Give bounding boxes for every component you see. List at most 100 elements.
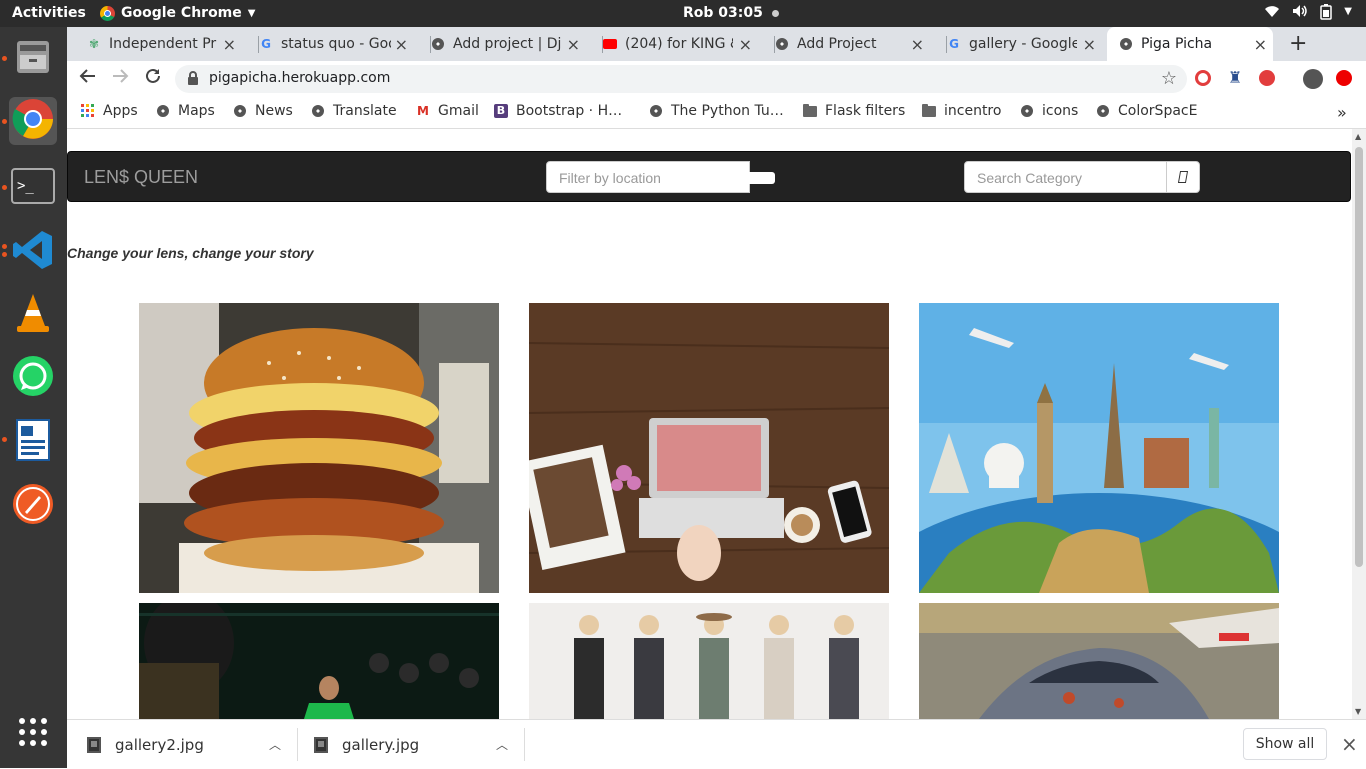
running-indicator: [2, 185, 7, 190]
scrollbar-thumb[interactable]: [1355, 147, 1363, 567]
chrome-icon: [11, 97, 55, 145]
gallery-image-fashion[interactable]: [529, 603, 889, 719]
gallery-image-race-car[interactable]: [919, 603, 1279, 719]
update-menu-icon[interactable]: [1336, 70, 1352, 86]
scroll-down-arrow-icon[interactable]: ▼: [1355, 707, 1361, 716]
globe-icon: [156, 104, 170, 118]
brand-logo[interactable]: LEN$ QUEEN: [84, 167, 198, 188]
location-filter-input[interactable]: Filter by location: [546, 161, 750, 193]
tab[interactable]: G gallery - Google ×: [946, 27, 1102, 61]
download-item[interactable]: gallery2.jpg ︿: [87, 720, 297, 769]
globe-icon: [1096, 104, 1110, 118]
gallery-image-laptop[interactable]: [529, 303, 889, 593]
show-all-downloads-button[interactable]: Show all: [1243, 728, 1327, 760]
profile-avatar[interactable]: [1303, 69, 1323, 89]
extension-opera-icon[interactable]: [1259, 70, 1275, 86]
new-tab-button[interactable]: +: [1289, 31, 1307, 56]
tab[interactable]: Add Project ×: [774, 27, 930, 61]
writer-launcher[interactable]: [9, 418, 57, 466]
notification-dot-icon: [771, 9, 779, 17]
reload-button[interactable]: [144, 67, 162, 89]
tab[interactable]: ✾ Independent Pr ×: [87, 27, 242, 61]
tab[interactable]: Add project | Dj ×: [430, 27, 586, 61]
bookmark-bootstrap[interactable]: B Bootstrap · H…: [494, 103, 622, 119]
dock: >_: [0, 27, 67, 768]
forward-button[interactable]: [111, 67, 129, 89]
bookmark-gmail[interactable]: M Gmail: [416, 103, 479, 119]
wifi-icon: [1264, 4, 1280, 24]
show-applications-button[interactable]: [9, 710, 57, 758]
url-text: pigapicha.herokuapp.com: [209, 70, 391, 86]
system-menu-chevron-icon: ▼: [1344, 6, 1352, 17]
google-icon: G: [949, 37, 959, 51]
running-indicator: [2, 244, 7, 249]
globe-icon: [311, 104, 325, 118]
files-launcher[interactable]: [9, 35, 57, 83]
folder-icon: [922, 103, 936, 118]
download-item[interactable]: gallery.jpg ︿: [314, 720, 524, 769]
vscode-launcher[interactable]: [9, 228, 57, 276]
bookmark-icons[interactable]: icons: [1020, 103, 1078, 119]
tab-active[interactable]: Piga Picha ×: [1107, 27, 1273, 61]
system-tray[interactable]: ▼: [1264, 4, 1352, 24]
close-icon[interactable]: ×: [1254, 35, 1267, 54]
bookmark-apps[interactable]: Apps: [81, 103, 138, 119]
gallery-image-world-travel[interactable]: [919, 303, 1279, 593]
close-download-bar-icon[interactable]: ×: [1341, 732, 1358, 756]
bookmark-star-icon[interactable]: ☆: [1161, 68, 1177, 89]
chrome-launcher[interactable]: [9, 97, 57, 145]
running-indicator: [2, 119, 7, 124]
bookmark-translate[interactable]: Translate: [311, 103, 397, 119]
scroll-up-arrow-icon[interactable]: ▲: [1355, 132, 1361, 141]
close-icon[interactable]: ×: [567, 35, 580, 54]
category-search-button[interactable]: [1166, 161, 1200, 193]
bookmark-colorspace[interactable]: ColorSpacE: [1096, 103, 1197, 119]
running-indicator: [2, 56, 7, 61]
activities-button[interactable]: Activities: [12, 5, 86, 21]
vlc-launcher[interactable]: [9, 291, 57, 339]
close-icon[interactable]: ×: [911, 35, 924, 54]
globe-icon: [431, 37, 445, 51]
category-search-input[interactable]: Search Category: [964, 161, 1168, 193]
bookmark-flask-filters[interactable]: Flask filters: [803, 103, 905, 119]
arrow-left-icon: [79, 69, 95, 83]
vscode-icon: [12, 229, 54, 275]
bookmark-python-tutorial[interactable]: The Python Tu…: [649, 103, 784, 119]
back-button[interactable]: [79, 67, 97, 89]
postman-launcher[interactable]: [9, 482, 57, 530]
page-scrollbar[interactable]: ▲ ▼: [1352, 129, 1366, 719]
gmail-icon: M: [417, 104, 429, 118]
address-bar[interactable]: pigapicha.herokuapp.com ☆: [175, 65, 1187, 93]
tab-strip: ✾ Independent Pr × G status quo - Goo × …: [67, 27, 1366, 61]
bookmark-maps[interactable]: Maps: [156, 103, 215, 119]
double-chevron-right-icon: »: [1337, 103, 1347, 122]
whatsapp-launcher[interactable]: [9, 354, 57, 402]
terminal-launcher[interactable]: >_: [9, 164, 57, 212]
tab[interactable]: G status quo - Goo ×: [258, 27, 414, 61]
close-icon[interactable]: ×: [1083, 35, 1096, 54]
close-icon[interactable]: ×: [223, 35, 236, 54]
more-bookmarks-button[interactable]: »: [1337, 103, 1347, 122]
bookmarks-bar: Apps Maps News Translate M Gmail B Boots…: [67, 97, 1366, 129]
close-icon[interactable]: ×: [739, 35, 752, 54]
arrow-right-icon: [113, 69, 129, 83]
svg-text:>_: >_: [17, 178, 34, 194]
search-glyph-icon: [1177, 171, 1189, 183]
running-indicator: [2, 252, 7, 257]
location-filter-button[interactable]: [749, 172, 775, 184]
extension-icon[interactable]: [1195, 70, 1211, 86]
gallery-image-runway[interactable]: [139, 603, 499, 719]
clock[interactable]: Rob 03:05: [683, 5, 779, 21]
chevron-up-icon[interactable]: ︿: [269, 736, 281, 753]
gallery-image-burger[interactable]: [139, 303, 499, 593]
extension-trophy-icon[interactable]: ♜: [1228, 68, 1242, 87]
bookmark-news[interactable]: News: [233, 103, 293, 119]
chevron-up-icon[interactable]: ︿: [496, 736, 508, 753]
tab[interactable]: (204) for KING & ×: [602, 27, 758, 61]
terminal-icon: >_: [11, 166, 55, 210]
bookmark-incentro[interactable]: incentro: [922, 103, 1001, 119]
app-menu[interactable]: Google Chrome ▼: [100, 5, 255, 21]
close-icon[interactable]: ×: [395, 35, 408, 54]
chrome-icon: [100, 5, 115, 21]
battery-icon: [1320, 4, 1333, 24]
